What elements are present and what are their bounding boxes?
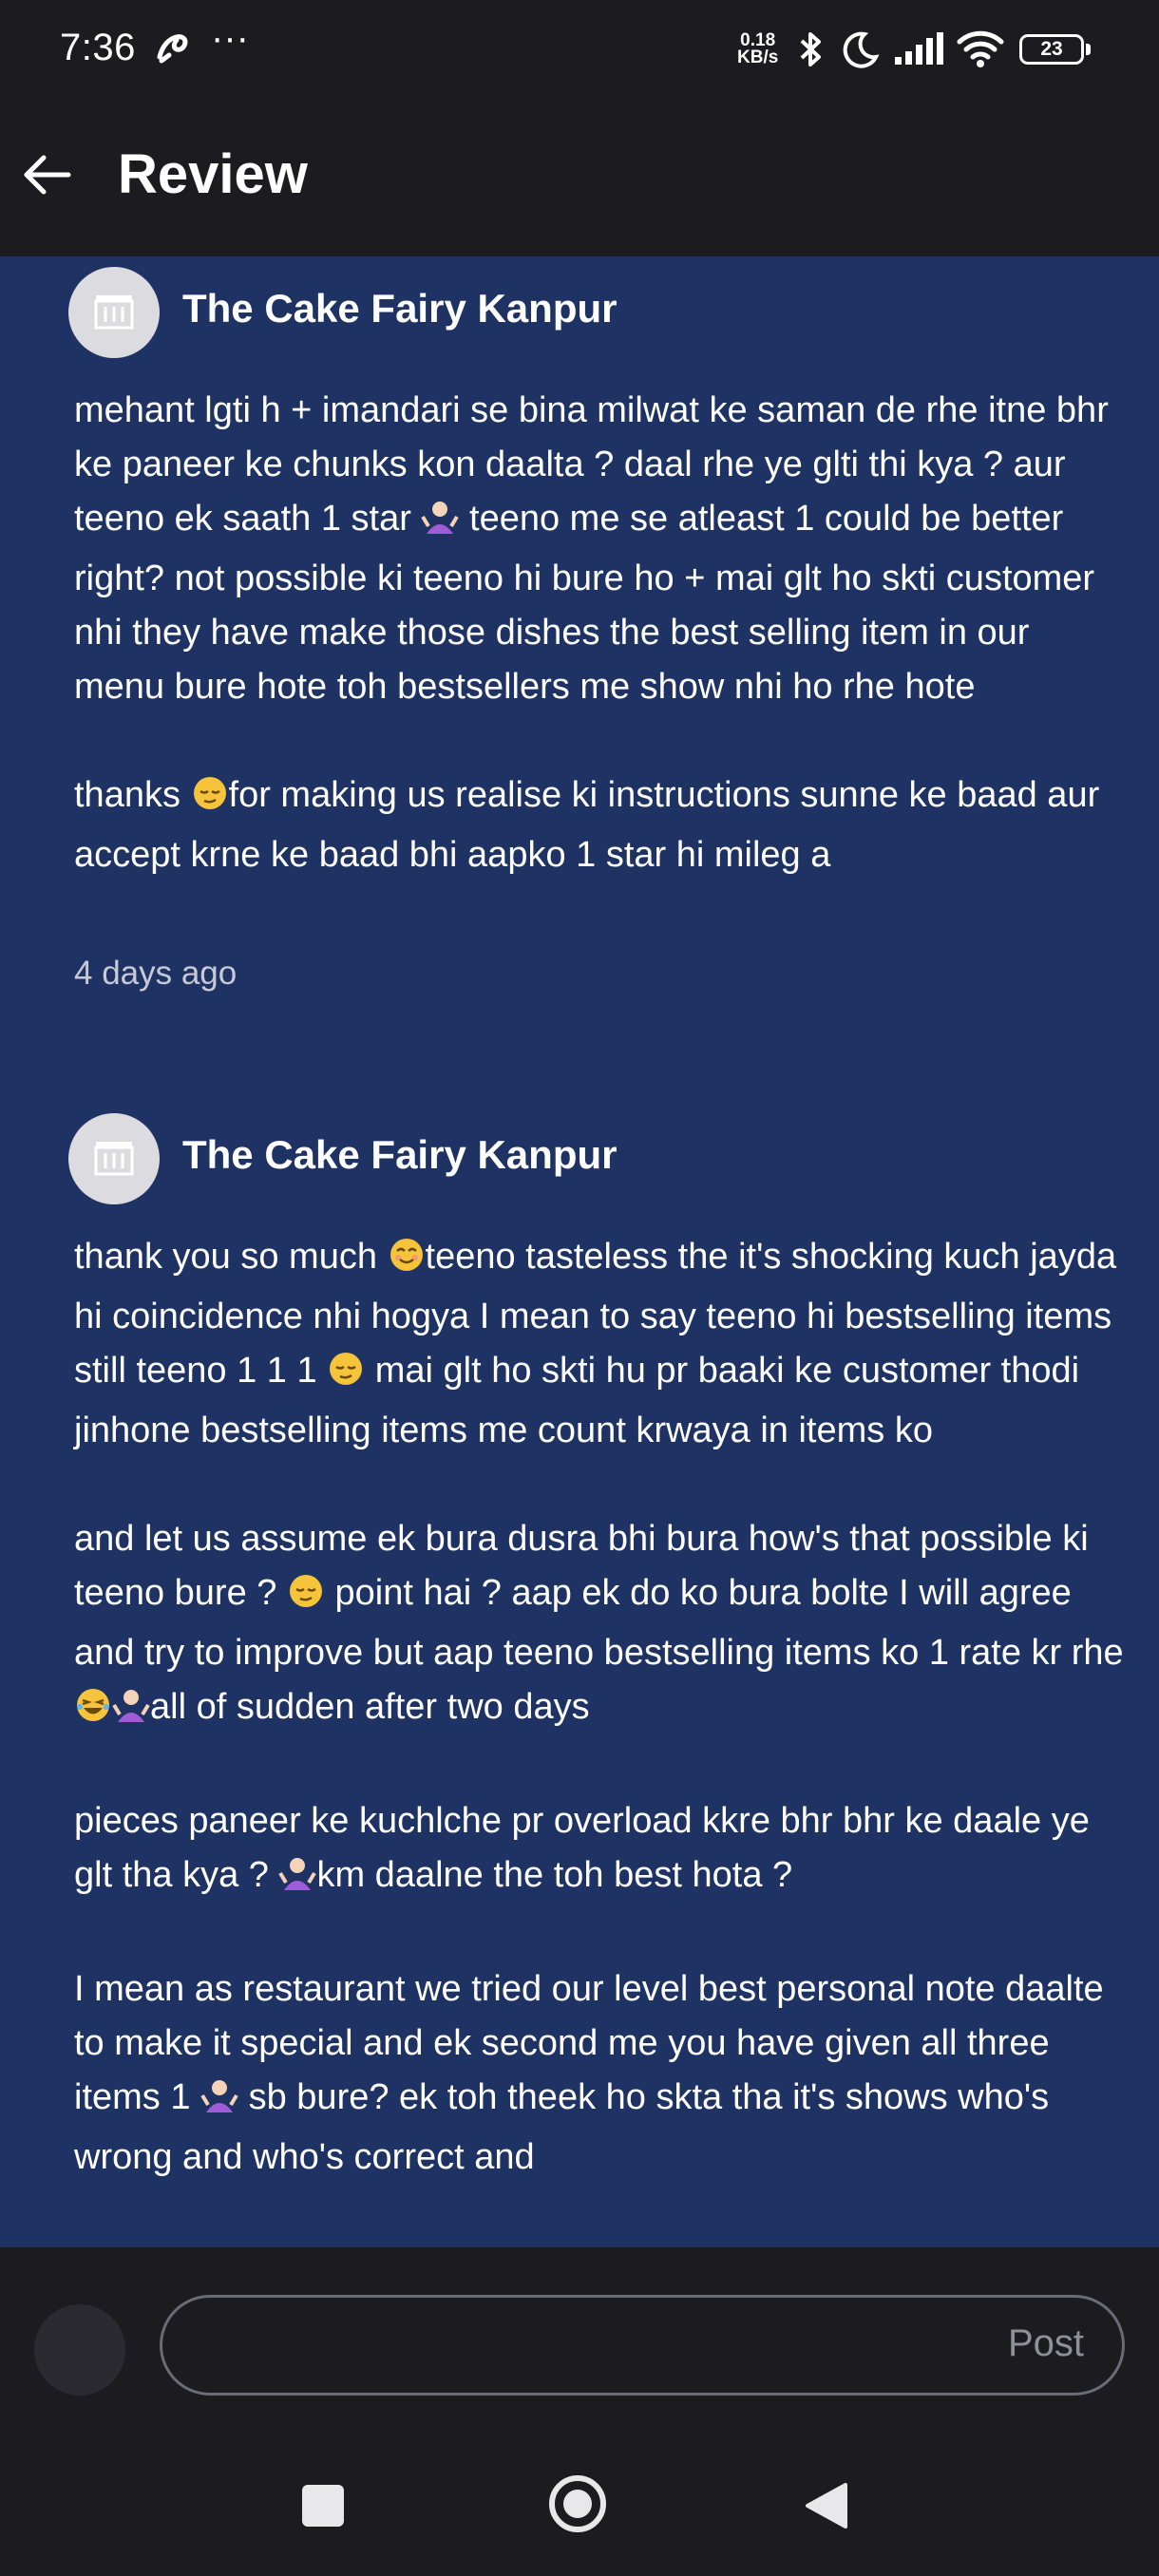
restaurant-avatar xyxy=(68,267,160,358)
review-thread[interactable]: The Cake Fairy Kanpur mehant lgti h + im… xyxy=(0,256,1159,2247)
status-time: 7:36 xyxy=(60,27,136,68)
nav-back-button[interactable] xyxy=(804,2481,849,2535)
signal-icon xyxy=(893,32,946,71)
more-notifications-icon: ··· xyxy=(211,17,249,59)
reply-text: thank you so much teeno tasteless the it… xyxy=(74,1236,1124,2177)
reply-input[interactable]: Post xyxy=(160,2295,1125,2396)
user-avatar xyxy=(34,2304,125,2396)
shrug-emoji-icon xyxy=(112,1686,150,1740)
recent-apps-button[interactable] xyxy=(302,2485,344,2527)
relieved-face-emoji-icon xyxy=(327,1350,365,1404)
wifi-icon xyxy=(956,27,1005,73)
do-not-disturb-icon xyxy=(842,30,880,73)
home-button[interactable] xyxy=(547,2473,608,2539)
restaurant-name: The Cake Fairy Kanpur xyxy=(182,286,618,331)
page-title: Review xyxy=(118,143,308,205)
restaurant-avatar xyxy=(68,1113,160,1204)
app-notification-icon xyxy=(152,28,194,71)
relieved-face-emoji-icon xyxy=(191,774,229,828)
restaurant-name: The Cake Fairy Kanpur xyxy=(182,1132,618,1177)
restaurant-icon xyxy=(94,295,134,330)
reply-text: mehant lgti h + imandari se bina milwat … xyxy=(74,390,1109,875)
bluetooth-icon xyxy=(794,30,826,73)
system-nav-bar xyxy=(0,2418,1159,2576)
relieved-face-emoji-icon xyxy=(287,1572,325,1626)
shrug-emoji-icon xyxy=(200,2076,238,2131)
shrug-emoji-icon xyxy=(421,498,460,552)
reply-composer: Post xyxy=(0,2247,1159,2418)
smiling-face-emoji-icon xyxy=(388,1236,426,1290)
battery-nub xyxy=(1086,44,1091,55)
app-header: Review xyxy=(0,104,1159,256)
network-speed: 0.18 KB/s xyxy=(737,30,779,67)
shrug-emoji-icon xyxy=(278,1854,317,1908)
post-button[interactable]: Post xyxy=(1008,2322,1084,2365)
restaurant-icon xyxy=(94,1142,134,1176)
laughing-emoji-icon xyxy=(74,1686,112,1740)
back-arrow-icon[interactable] xyxy=(21,152,74,202)
status-bar: 7:36 ··· 0.18 KB/s 23 xyxy=(0,0,1159,104)
battery-indicator: 23 xyxy=(1019,34,1084,65)
reply-timestamp: 4 days ago xyxy=(74,955,238,992)
